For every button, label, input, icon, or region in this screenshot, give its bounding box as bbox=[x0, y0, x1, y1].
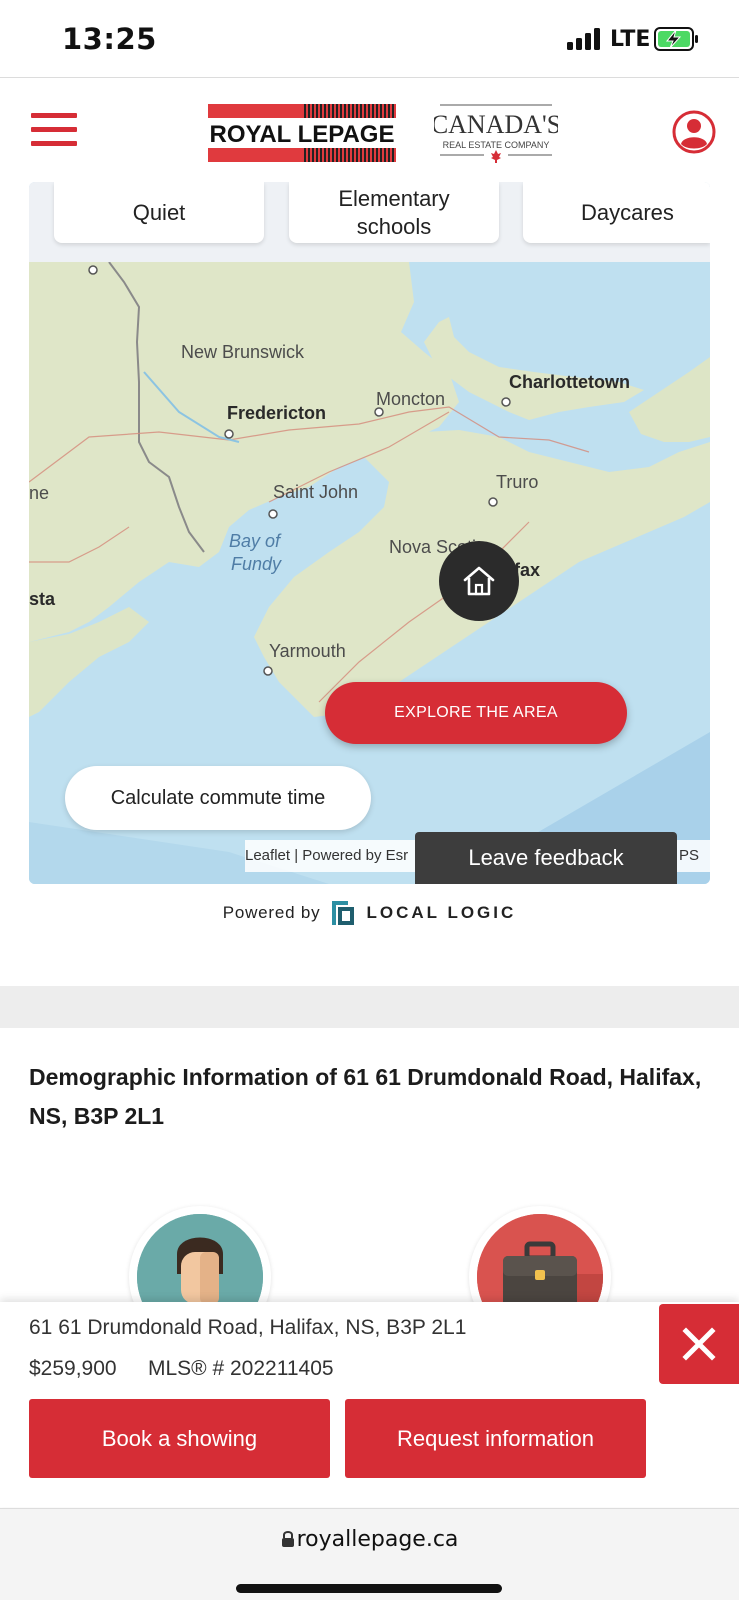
maple-leaf-icon bbox=[491, 150, 501, 163]
map-label-bay-of: Bay of bbox=[229, 531, 281, 551]
browser-url-bar[interactable]: royallepage.ca bbox=[0, 1508, 739, 1600]
leave-feedback-button[interactable]: Leave feedback bbox=[415, 832, 677, 884]
map-label-yarmouth: Yarmouth bbox=[269, 641, 346, 661]
local-logic-brand: LOCAL LOGIC bbox=[366, 903, 517, 922]
map-label-edge-2: sta bbox=[29, 589, 56, 609]
hamburger-menu-icon[interactable] bbox=[31, 113, 77, 149]
status-time: 13:25 bbox=[62, 22, 157, 56]
powered-by-text: Powered by bbox=[222, 903, 321, 922]
local-logic-logo-icon bbox=[332, 901, 355, 925]
tagline-main: CANADA'S bbox=[434, 110, 558, 139]
property-home-marker[interactable] bbox=[439, 541, 519, 621]
home-icon bbox=[463, 566, 495, 596]
tagline-sub: REAL ESTATE COMPANY bbox=[443, 140, 550, 150]
map-label-fredericton: Fredericton bbox=[227, 403, 327, 423]
map-label-charlottetown: Charlottetown bbox=[509, 372, 630, 392]
map-label-saint-john: Saint John bbox=[273, 482, 359, 502]
map-label-moncton: Moncton bbox=[376, 389, 446, 409]
map-attribution-tail: PS bbox=[679, 847, 700, 864]
map-label-new-brunswick: New Brunswick bbox=[181, 342, 305, 362]
battery-charging-icon bbox=[654, 27, 700, 51]
map-label-truro: Truro bbox=[496, 472, 539, 492]
listing-mls-number: MLS® # 202211405 bbox=[148, 1357, 334, 1380]
user-account-icon[interactable] bbox=[672, 110, 716, 154]
url-text: royallepage.ca bbox=[296, 1527, 459, 1552]
url-display[interactable]: royallepage.ca bbox=[0, 1527, 739, 1552]
network-type: LTE bbox=[610, 27, 651, 52]
amenity-tag-strip[interactable]: Quiet Elementary schools Daycares bbox=[29, 182, 710, 262]
status-bar: 13:25 LTE bbox=[0, 0, 739, 78]
signal-icon bbox=[567, 28, 601, 50]
listing-action-bar: 61 61 Drumdonald Road, Halifax, NS, B3P … bbox=[0, 1302, 739, 1507]
book-showing-button[interactable]: Book a showing bbox=[29, 1399, 330, 1478]
tag-daycares[interactable]: Daycares bbox=[523, 182, 710, 243]
request-information-button[interactable]: Request information bbox=[345, 1399, 646, 1478]
neighbourhood-map-card: Quiet Elementary schools Daycares New Br… bbox=[29, 182, 710, 884]
tag-elementary-schools[interactable]: Elementary schools bbox=[289, 182, 499, 243]
listing-address: 61 61 Drumdonald Road, Halifax, NS, B3P … bbox=[29, 1316, 467, 1339]
close-icon[interactable] bbox=[659, 1304, 739, 1384]
canadas-real-estate-company-logo: CANADA'S REAL ESTATE COMPANY bbox=[431, 103, 561, 165]
royal-lepage-logo[interactable]: ROYAL LEPAGE bbox=[208, 104, 396, 162]
listing-price: $259,900 bbox=[29, 1357, 117, 1380]
site-header: ROYAL LEPAGE CANADA'S REAL ESTATE COMPAN… bbox=[0, 79, 739, 185]
demographic-section-title: Demographic Information of 61 61 Drumdon… bbox=[29, 1064, 702, 1129]
brand-name: ROYAL LEPAGE bbox=[210, 121, 395, 148]
powered-by-local-logic[interactable]: Powered by LOCAL LOGIC bbox=[0, 893, 739, 933]
explore-area-button[interactable]: EXPLORE THE AREA bbox=[325, 682, 627, 744]
map-attribution-text[interactable]: Leaflet | Powered by Esr bbox=[245, 847, 408, 864]
home-indicator[interactable] bbox=[236, 1584, 502, 1593]
lock-icon bbox=[281, 1531, 294, 1547]
calculate-commute-button[interactable]: Calculate commute time bbox=[65, 766, 371, 830]
tag-quiet[interactable]: Quiet bbox=[54, 182, 264, 243]
section-divider bbox=[0, 986, 739, 1028]
map-label-edge-1: ne bbox=[29, 483, 50, 503]
map-label-fundy: Fundy bbox=[231, 554, 282, 574]
